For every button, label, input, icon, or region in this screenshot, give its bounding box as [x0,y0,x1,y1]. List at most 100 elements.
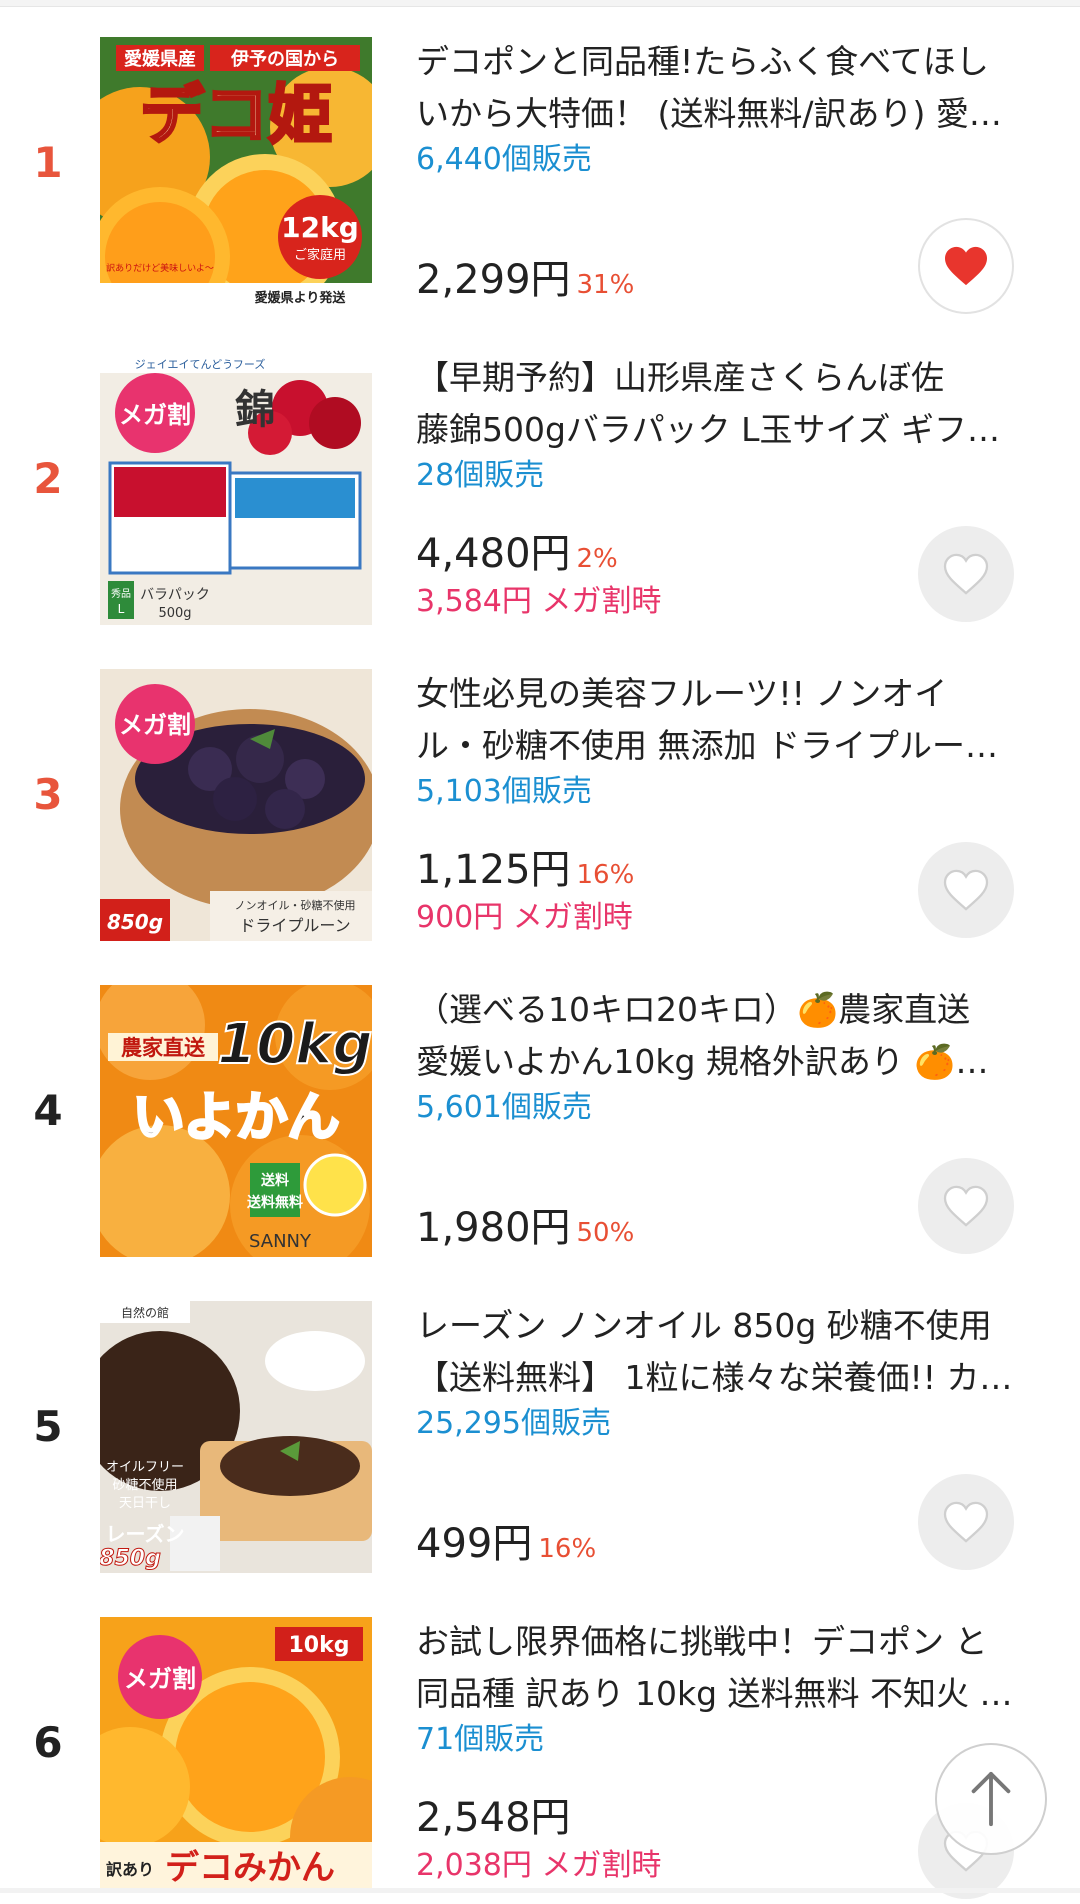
mega-sale-price: 900円 メガ割時 [416,900,633,935]
point-rate: 50% [576,1218,635,1248]
price-row: 1,980円 50% [416,1204,634,1257]
favorite-button[interactable] [918,526,1014,622]
price: 1,125円 [416,847,571,893]
product-image[interactable]: 愛媛県産 伊予の国から デコ姫 12kg ご家庭用 愛媛県より発送 訳ありだけど… [100,37,372,309]
heart-icon [943,869,989,911]
ranking-list: 1 愛媛県産 伊予の国から デコ姫 12kg ご家庭用 愛媛県より発送 訳ありだ… [0,8,1080,1904]
product-image-art: 愛媛県産 伊予の国から デコ姫 12kg ご家庭用 愛媛県より発送 訳ありだけど… [100,37,372,309]
img-text: SANNY [249,1231,312,1252]
product-title[interactable]: レーズン ノンオイル 850g 砂糖不使用 【送料無料】 1粒に様々な栄養価!!… [416,1300,1016,1404]
price-row: 499円 16% [416,1520,596,1573]
heart-icon [945,246,987,286]
product-title-line: 【送料無料】 1粒に様々な栄養価!! カ… [416,1358,1013,1397]
bottom-divider [0,1888,1080,1893]
favorite-button[interactable] [918,842,1014,938]
favorite-button[interactable] [918,1474,1014,1570]
price-row: 1,125円 16% [416,846,634,899]
img-text: 愛媛県より発送 [255,290,347,306]
product-title-line: 女性必見の美容フルーツ!! ノンオイ [416,674,948,713]
rank-number: 2 [33,454,63,503]
img-text: 12kg [281,211,359,244]
img-text: ジェイエイてんどうフーズ [135,357,266,371]
product-title-line: （選べる10キロ20キロ）🍊農家直送 [416,990,971,1029]
img-text: デコ姫 [140,79,332,153]
price-row: 4,480円 2% [416,530,618,583]
sold-count: 28個販売 [416,458,545,493]
price-row: 2,299円 31% [416,256,634,309]
product-image[interactable]: 自然の館 オイルフリー 砂糖不使用 天日干し レーズン 850g [100,1301,372,1573]
product-image[interactable]: メガ割 ノンオイル・砂糖不使用 ドライプルーン 850g [100,669,372,941]
sold-count: 71個販売 [416,1722,545,1757]
img-text: オイルフリー [106,1460,184,1475]
rank-number: 1 [33,138,63,187]
img-text: 伊予の国から [230,48,339,70]
img-text: 850g [100,1546,161,1571]
heart-icon [943,1501,989,1543]
product-image-art: ジェイエイてんどうフーズ メガ割 錦 秀品 L バラパック 500g [100,353,372,625]
img-text: 送料無料 [246,1194,303,1211]
img-text: ドライプルーン [239,916,350,935]
rank-number: 6 [33,1718,63,1767]
product-title[interactable]: 女性必見の美容フルーツ!! ノンオイ ル・砂糖不使用 無添加 ドライプルー… [416,668,1016,772]
product-image-art: 自然の館 オイルフリー 砂糖不使用 天日干し レーズン 850g [100,1301,372,1573]
ranking-item[interactable]: 3 メガ割 ノンオイル・砂糖不使用 ドライプルーン 850g 女性必見の美容フル… [0,640,1080,956]
sold-count: 25,295個販売 [416,1406,611,1441]
ranking-item[interactable]: 1 愛媛県産 伊予の国から デコ姫 12kg ご家庭用 愛媛県より発送 訳ありだ… [0,8,1080,324]
price: 4,480円 [416,531,571,577]
img-text: 850g [107,910,163,934]
img-text: 500g [158,606,191,621]
img-text: 農家直送 [121,1036,206,1060]
img-text: 天日干し [119,1496,171,1511]
product-title[interactable]: お試し限界価格に挑戦中！デコポン と 同品種 訳あり 10kg 送料無料 不知火… [416,1616,1016,1720]
img-text: 訳ありだけど美味しいよ〜 [106,262,214,274]
img-text: 愛媛県産 [124,48,196,70]
ranking-item[interactable]: 4 農家直送 10kg いよかん 送料 送料無料 SANNY （選べる10キロ2… [0,956,1080,1272]
img-text: いよかん [133,1088,340,1148]
img-text: ご家庭用 [294,247,346,263]
ranking-item[interactable]: 5 自然の館 オイルフリー 砂糖不使用 天日干し レーズン 850g レーズン … [0,1272,1080,1588]
sold-count: 5,103個販売 [416,774,592,809]
img-text: バラパック [140,587,210,603]
img-text: ノンオイル・砂糖不使用 [235,898,356,912]
img-text: L [118,602,125,616]
product-title[interactable]: 【早期予約】山形県産さくらんぼ佐 藤錦500gバラパック L玉サイズ ギフ… [416,352,1016,456]
product-title[interactable]: デコポンと同品種!たらふく食べてほし いから大特価！ (送料無料/訳あり) 愛… [416,36,1016,140]
product-title-line: 藤錦500gバラパック L玉サイズ ギフ… [416,410,1000,449]
price: 1,980円 [416,1205,571,1251]
ranking-item[interactable]: 6 メガ割 10kg 訳あり デコみかん お試し限界価格に挑戦中！デコポン と … [0,1588,1080,1904]
img-text: 10kg [217,1012,372,1077]
product-image[interactable]: メガ割 10kg 訳あり デコみかん [100,1617,372,1889]
favorite-button[interactable] [918,218,1014,314]
img-text: 錦 [235,387,275,433]
mega-sale-price: 3,584円 メガ割時 [416,584,662,619]
product-title[interactable]: （選べる10キロ20キロ）🍊農家直送 愛媛いよかん10kg 規格外訳あり 🍊… [416,984,1016,1088]
top-divider [0,0,1080,7]
svg-text:送料: 送料 [260,1172,289,1189]
img-text: 訳あり [106,1860,154,1879]
price: 2,299円 [416,257,571,303]
product-title-line: 同品種 訳あり 10kg 送料無料 不知火 … [416,1674,1013,1713]
img-text: 砂糖不使用 [112,1477,177,1493]
img-text: デコみかん [165,1848,335,1888]
rank-number: 4 [33,1086,63,1135]
product-image[interactable]: 農家直送 10kg いよかん 送料 送料無料 SANNY [100,985,372,1257]
rank-number: 3 [33,770,63,819]
arrow-up-icon [971,1771,1011,1827]
product-title-line: お試し限界価格に挑戦中！デコポン と [416,1622,988,1661]
product-title-line: ル・砂糖不使用 無添加 ドライプルー… [416,726,998,765]
sold-count: 5,601個販売 [416,1090,592,1125]
rank-number: 5 [33,1402,63,1451]
heart-icon [943,1185,989,1227]
img-text: 10kg [289,1633,350,1658]
product-image-art: 農家直送 10kg いよかん 送料 送料無料 SANNY [100,985,372,1257]
sold-count: 6,440個販売 [416,142,592,177]
favorite-button[interactable] [918,1158,1014,1254]
product-title-line: 【早期予約】山形県産さくらんぼ佐 [416,358,944,397]
ranking-item[interactable]: 2 ジェイエイてんどうフーズ メガ割 錦 秀品 L バラパック 500g 【早期… [0,324,1080,640]
point-rate: 31% [576,270,635,300]
scroll-to-top-button[interactable] [935,1743,1047,1855]
product-image-art: メガ割 ノンオイル・砂糖不使用 ドライプルーン 850g [100,669,372,941]
product-image[interactable]: ジェイエイてんどうフーズ メガ割 錦 秀品 L バラパック 500g [100,353,372,625]
heart-icon [943,553,989,595]
img-text: 自然の館 [121,1305,169,1320]
